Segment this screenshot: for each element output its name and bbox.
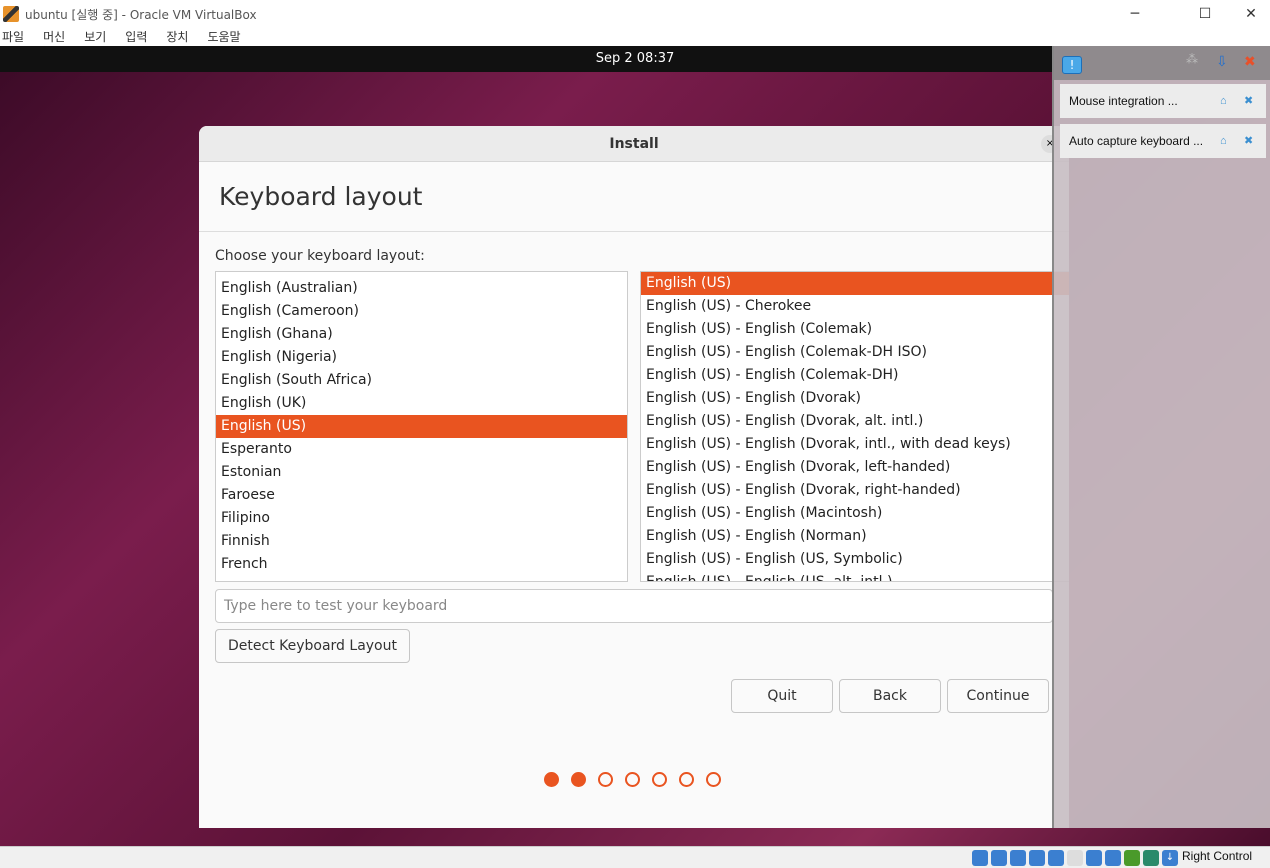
- variant-item[interactable]: English (US) - English (Dvorak, alt. int…: [641, 410, 1069, 433]
- step-dot: [679, 772, 694, 787]
- menu-file[interactable]: 파일: [2, 28, 24, 46]
- continue-button[interactable]: Continue: [947, 679, 1049, 713]
- progress-dots: [544, 772, 733, 787]
- minimize-button[interactable]: ─: [1112, 0, 1158, 28]
- menu-view[interactable]: 보기: [84, 28, 106, 46]
- notification-text: Auto capture keyboard ...: [1069, 134, 1204, 148]
- variant-item[interactable]: English (US) - English (Norman): [641, 525, 1069, 548]
- menubar: 파일 머신 보기 입력 장치 도움말: [0, 28, 1270, 46]
- variant-item[interactable]: English (US) - English (Dvorak): [641, 387, 1069, 410]
- video-capture-icon[interactable]: [1105, 850, 1121, 866]
- step-dot: [706, 772, 721, 787]
- dismiss-all-icon[interactable]: ✖: [1244, 54, 1256, 70]
- close-button[interactable]: ✕: [1228, 0, 1270, 28]
- step-dot: [598, 772, 613, 787]
- layout-list[interactable]: English (Australian) English (Cameroon) En…: [215, 271, 628, 582]
- variant-item[interactable]: English (US) - English (Dvorak, right-ha…: [641, 479, 1069, 502]
- menu-devices[interactable]: 장치: [166, 28, 188, 46]
- menu-help[interactable]: 도움말: [207, 28, 240, 46]
- network-icon: ⁂: [1186, 52, 1198, 66]
- audio-icon[interactable]: [1010, 850, 1026, 866]
- window-title: ubuntu [실행 중] - Oracle VM VirtualBox: [25, 7, 257, 22]
- step-dot: [652, 772, 667, 787]
- variant-item[interactable]: English (US) - English (Colemak-DH): [641, 364, 1069, 387]
- variant-item[interactable]: English (US) - English (US, alt. intl.): [641, 571, 1069, 581]
- dialog-title: Install: [199, 126, 1069, 162]
- variant-item[interactable]: English (US) - Cherokee: [641, 295, 1069, 318]
- variant-item[interactable]: English (US) - English (Colemak-DH ISO): [641, 341, 1069, 364]
- optical-drive-icon[interactable]: [991, 850, 1007, 866]
- variant-item[interactable]: English (US) - English (Colemak): [641, 318, 1069, 341]
- sort-icon[interactable]: ⇩: [1216, 54, 1228, 70]
- layout-item[interactable]: Esperanto: [216, 438, 627, 461]
- variant-item[interactable]: English (US) - English (US, Symbolic): [641, 548, 1069, 571]
- step-dot: [625, 772, 640, 787]
- menu-machine[interactable]: 머신: [43, 28, 65, 46]
- keyboard-capture-icon[interactable]: ↓: [1162, 850, 1178, 866]
- maximize-button[interactable]: ☐: [1182, 0, 1228, 28]
- notification-auto-capture[interactable]: Auto capture keyboard ... ⌂ ✖: [1060, 124, 1266, 158]
- host-key-label: Right Control: [1182, 849, 1253, 863]
- detect-layout-button[interactable]: Detect Keyboard Layout: [215, 629, 410, 663]
- notification-mouse-integration[interactable]: Mouse integration ... ⌂ ✖: [1060, 84, 1266, 118]
- clock[interactable]: Sep 2 08:37: [596, 51, 675, 66]
- layout-item[interactable]: French: [216, 553, 627, 576]
- layout-item[interactable]: English (Cameroon): [216, 300, 627, 323]
- back-button[interactable]: Back: [839, 679, 941, 713]
- layout-item[interactable]: Filipino: [216, 507, 627, 530]
- network-icon[interactable]: [1029, 850, 1045, 866]
- layout-prompt: Choose your keyboard layout:: [215, 248, 425, 264]
- notification-icon[interactable]: !: [1062, 56, 1082, 74]
- variant-item[interactable]: English (US): [641, 272, 1069, 295]
- layout-item[interactable]: English (Ghana): [216, 323, 627, 346]
- statusbar: ↓ Right Control: [0, 846, 1270, 868]
- layout-item[interactable]: Faroese: [216, 484, 627, 507]
- hard-disk-icon[interactable]: [972, 850, 988, 866]
- divider: [199, 231, 1069, 232]
- step-dot: [571, 772, 586, 787]
- pin-icon[interactable]: ⌂: [1220, 124, 1227, 158]
- variant-item[interactable]: English (US) - English (Dvorak, left-han…: [641, 456, 1069, 479]
- page-title: Keyboard layout: [219, 182, 423, 211]
- layout-item[interactable]: English (Nigeria): [216, 346, 627, 369]
- virtualbox-icon: [3, 6, 19, 22]
- layout-item[interactable]: English (UK): [216, 392, 627, 415]
- vbox-notification-panel: ! ⁂ ⇩ ✖ Mouse integration ... ⌂ ✖ Auto cap…: [1052, 46, 1270, 828]
- keyboard-test-input[interactable]: Type here to test your keyboard: [215, 589, 1053, 623]
- menu-input[interactable]: 입력: [125, 28, 147, 46]
- layout-item[interactable]: English (Australian): [216, 277, 627, 300]
- cpu-icon[interactable]: [1124, 850, 1140, 866]
- step-dot: [544, 772, 559, 787]
- variant-list[interactable]: English (US) English (US) - Cherokee Engli…: [640, 271, 1069, 582]
- layout-item[interactable]: English (US): [216, 415, 627, 438]
- variant-item[interactable]: English (US) - English (Dvorak, intl., w…: [641, 433, 1069, 456]
- display-icon[interactable]: [1086, 850, 1102, 866]
- usb-icon[interactable]: [1048, 850, 1064, 866]
- variant-item[interactable]: English (US) - English (Macintosh): [641, 502, 1069, 525]
- vm-screen[interactable]: Sep 2 08:37 Install × Keyboard layout Ch…: [0, 46, 1270, 846]
- mouse-integration-icon[interactable]: [1143, 850, 1159, 866]
- notification-text: Mouse integration ...: [1069, 94, 1178, 108]
- close-icon[interactable]: ✖: [1244, 84, 1253, 118]
- layout-item[interactable]: Finnish: [216, 530, 627, 553]
- install-dialog: Install × Keyboard layout Choose your ke…: [199, 126, 1069, 828]
- layout-item[interactable]: Estonian: [216, 461, 627, 484]
- close-icon[interactable]: ✖: [1244, 124, 1253, 158]
- window-titlebar: ubuntu [실행 중] - Oracle VM VirtualBox ─ ☐…: [0, 0, 1270, 28]
- quit-button[interactable]: Quit: [731, 679, 833, 713]
- shared-folders-icon[interactable]: [1067, 850, 1083, 866]
- pin-icon[interactable]: ⌂: [1220, 84, 1227, 118]
- layout-item[interactable]: English (South Africa): [216, 369, 627, 392]
